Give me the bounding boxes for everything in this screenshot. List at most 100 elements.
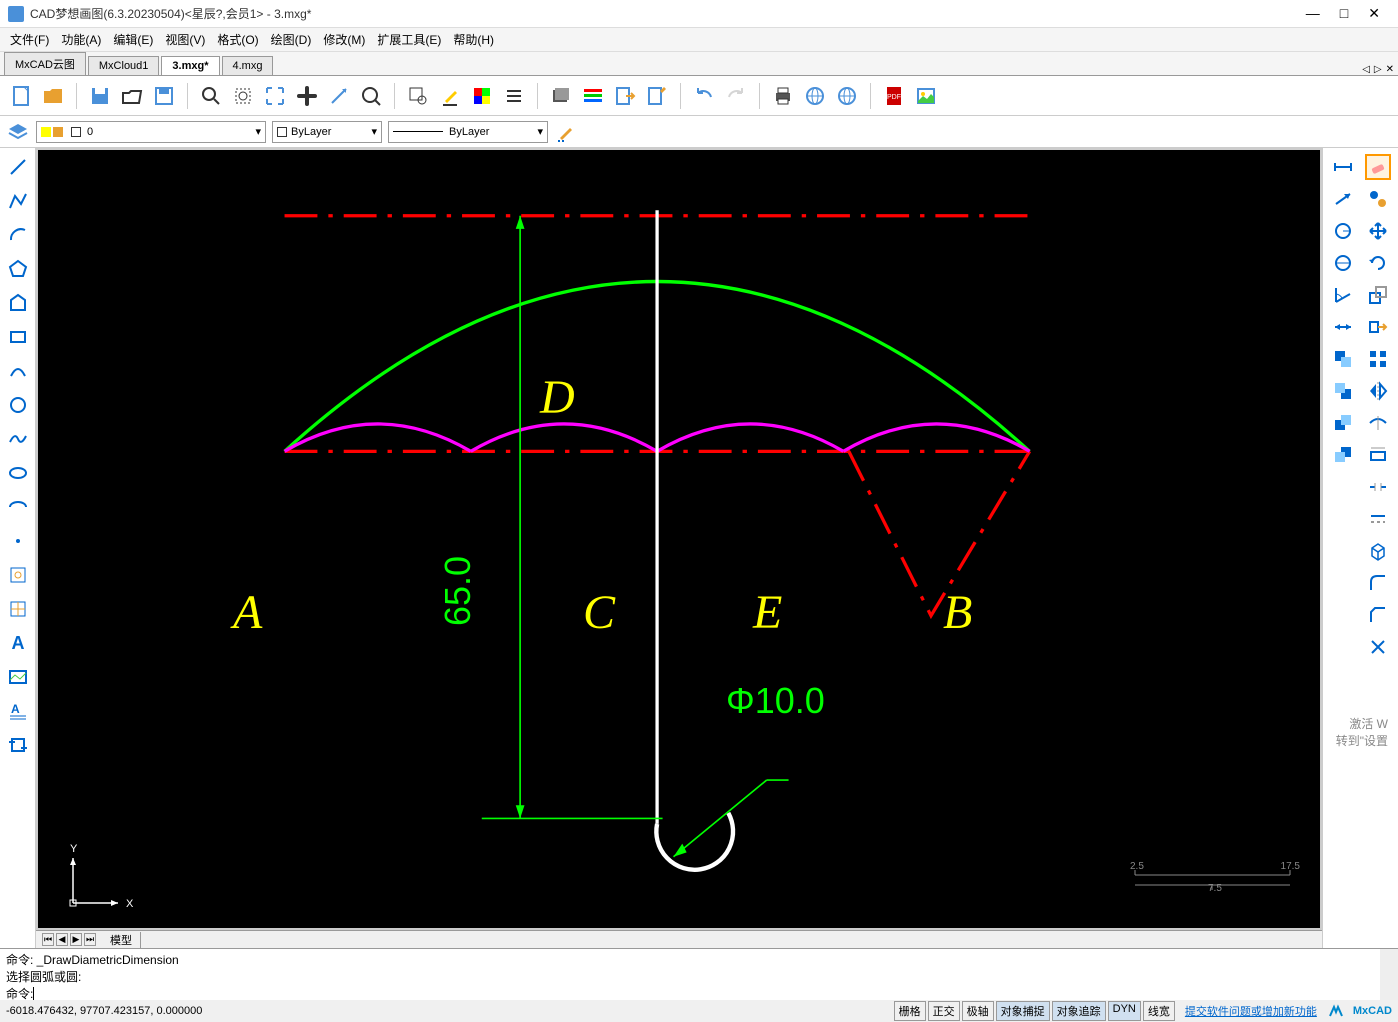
mtext-tool[interactable]: A — [5, 698, 31, 724]
dim-horizontal-icon[interactable] — [1330, 314, 1356, 340]
print-icon[interactable] — [770, 83, 796, 109]
image-tool[interactable] — [5, 664, 31, 690]
tab-close[interactable]: ✕ — [1386, 64, 1394, 75]
undo-icon[interactable] — [691, 83, 717, 109]
highlight-icon[interactable] — [437, 83, 463, 109]
rotate-tool[interactable] — [1365, 250, 1391, 276]
spline-tool[interactable] — [5, 426, 31, 452]
open-file-icon[interactable] — [40, 83, 66, 109]
model-last[interactable]: ⏭ — [84, 933, 96, 946]
extend-tool[interactable] — [1365, 442, 1391, 468]
arc2-tool[interactable] — [5, 358, 31, 384]
command-scrollbar[interactable] — [1380, 949, 1398, 1000]
menu-edit[interactable]: 编辑(E) — [113, 31, 153, 48]
open-folder-icon[interactable] — [119, 83, 145, 109]
maximize-button[interactable]: □ — [1340, 5, 1348, 22]
tab-4mxg[interactable]: 4.mxg — [222, 56, 274, 75]
point-tool[interactable] — [5, 528, 31, 554]
break-tool[interactable] — [1365, 474, 1391, 500]
polyline-tool[interactable] — [5, 188, 31, 214]
zoom-window-icon[interactable] — [198, 83, 224, 109]
list-icon[interactable] — [501, 83, 527, 109]
rectangle-tool[interactable] — [5, 324, 31, 350]
menu-ext-tools[interactable]: 扩展工具(E) — [377, 31, 441, 48]
color-grid-icon[interactable] — [469, 83, 495, 109]
move-tool[interactable] — [1365, 218, 1391, 244]
redo-icon[interactable] — [723, 83, 749, 109]
line-tool[interactable] — [5, 154, 31, 180]
globe2-icon[interactable] — [834, 83, 860, 109]
bring-forward-icon[interactable] — [1330, 410, 1356, 436]
bring-front-icon[interactable] — [1330, 346, 1356, 372]
pan-icon[interactable] — [294, 83, 320, 109]
globe-icon[interactable] — [802, 83, 828, 109]
explode-tool[interactable] — [1365, 634, 1391, 660]
stretch-tool[interactable] — [1365, 314, 1391, 340]
layer-manager-icon[interactable] — [6, 120, 30, 144]
crop-tool[interactable] — [5, 732, 31, 758]
text-tool[interactable]: A — [5, 630, 31, 656]
menu-help[interactable]: 帮助(H) — [453, 31, 494, 48]
trim-tool[interactable] — [1365, 410, 1391, 436]
shape-tool[interactable] — [5, 290, 31, 316]
feedback-link[interactable]: 提交软件问题或增加新功能 — [1185, 1003, 1317, 1019]
new-file-icon[interactable] — [8, 83, 34, 109]
model-tab[interactable]: 模型 — [102, 932, 141, 948]
color-combo[interactable]: ByLayer ▾ — [272, 121, 382, 143]
save-icon[interactable] — [87, 83, 113, 109]
save-as-icon[interactable] — [151, 83, 177, 109]
tab-mxcad-cloud[interactable]: MxCAD云图 — [4, 52, 86, 75]
menu-view[interactable]: 视图(V) — [165, 31, 205, 48]
zoom-icon[interactable] — [358, 83, 384, 109]
array-tool[interactable] — [1365, 346, 1391, 372]
copy-tool[interactable] — [1365, 186, 1391, 212]
status-osnap[interactable]: 对象捕捉 — [996, 1001, 1050, 1021]
block-tool[interactable] — [5, 562, 31, 588]
model-prev[interactable]: ◀ — [56, 933, 68, 946]
export-icon[interactable] — [612, 83, 638, 109]
model-next[interactable]: ▶ — [70, 933, 82, 946]
send-back-icon[interactable] — [1330, 378, 1356, 404]
tab-next[interactable]: ▷ — [1374, 64, 1382, 75]
props-icon[interactable] — [580, 83, 606, 109]
model-first[interactable]: ⏮ — [42, 933, 54, 946]
command-history[interactable]: 命令: _DrawDiametricDimension 选择圆弧或圆: 命令: — [0, 949, 1380, 1000]
menu-function[interactable]: 功能(A) — [61, 31, 101, 48]
status-grid[interactable]: 栅格 — [894, 1001, 926, 1021]
send-backward-icon[interactable] — [1330, 442, 1356, 468]
edit-pen-icon[interactable] — [554, 120, 578, 144]
menu-draw[interactable]: 绘图(D) — [271, 31, 312, 48]
dim-angular-icon[interactable] — [1330, 282, 1356, 308]
polygon-tool[interactable] — [5, 256, 31, 282]
layer-icon[interactable] — [548, 83, 574, 109]
status-otrack[interactable]: 对象追踪 — [1052, 1001, 1106, 1021]
chamfer-tool[interactable] — [1365, 602, 1391, 628]
3d-tool[interactable] — [1365, 538, 1391, 564]
status-dyn[interactable]: DYN — [1108, 1001, 1141, 1021]
menu-format[interactable]: 格式(O) — [217, 31, 258, 48]
dim-linear-icon[interactable] — [1330, 154, 1356, 180]
eraser-tool[interactable] — [1365, 154, 1391, 180]
pdf-icon[interactable]: PDF — [881, 83, 907, 109]
status-lwt[interactable]: 线宽 — [1143, 1001, 1175, 1021]
dim-diameter-icon[interactable] — [1330, 250, 1356, 276]
circle-tool[interactable] — [5, 392, 31, 418]
minimize-button[interactable]: — — [1306, 5, 1320, 22]
status-polar[interactable]: 极轴 — [962, 1001, 994, 1021]
tab-prev[interactable]: ◁ — [1362, 64, 1370, 75]
measure-icon[interactable] — [326, 83, 352, 109]
offset-tool[interactable] — [1365, 506, 1391, 532]
fillet-tool[interactable] — [1365, 570, 1391, 596]
image-icon[interactable] — [913, 83, 939, 109]
scale-tool[interactable] — [1365, 282, 1391, 308]
close-button[interactable]: ✕ — [1368, 5, 1380, 22]
linetype-combo[interactable]: ByLayer ▾ — [388, 121, 548, 143]
zoom-extents-icon[interactable] — [230, 83, 256, 109]
fullscreen-icon[interactable] — [262, 83, 288, 109]
menu-modify[interactable]: 修改(M) — [323, 31, 365, 48]
dim-radius-icon[interactable] — [1330, 218, 1356, 244]
tab-3mxg[interactable]: 3.mxg* — [161, 56, 219, 75]
status-ortho[interactable]: 正交 — [928, 1001, 960, 1021]
dim-aligned-icon[interactable] — [1330, 186, 1356, 212]
paint-icon[interactable] — [644, 83, 670, 109]
